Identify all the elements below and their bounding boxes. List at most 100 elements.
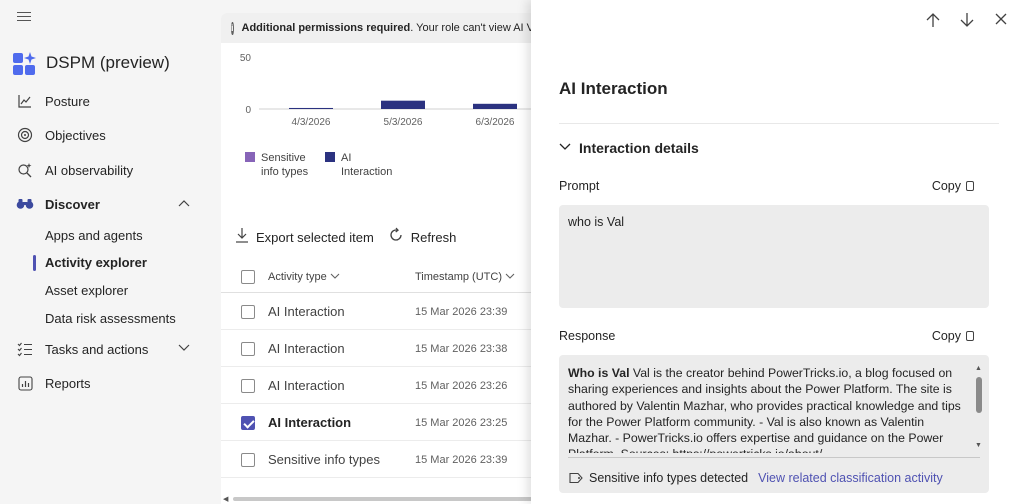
column-label: Activity type — [268, 270, 327, 283]
nav-item-ai-observability[interactable]: AI observability — [0, 155, 206, 185]
task-list-icon — [16, 340, 34, 358]
refresh-button[interactable]: Refresh — [388, 227, 456, 247]
copy-icon — [966, 331, 974, 341]
response-text[interactable]: Who is Val Val is the creator behind Pow… — [568, 365, 968, 453]
dspm-logo-icon — [12, 50, 38, 76]
response-label: Response — [559, 329, 616, 343]
permissions-banner: i Additional permissions required. Your … — [221, 13, 541, 43]
binoculars-icon — [16, 195, 34, 213]
table-row[interactable]: AI Interaction 15 Mar 2026 23:38 — [221, 331, 541, 367]
x-tick-label: 4/3/2026 — [292, 117, 331, 128]
column-header-activity-type[interactable]: Activity type — [268, 271, 340, 283]
nav-sub-activity-explorer[interactable]: Activity explorer — [45, 255, 147, 270]
scroll-left-arrow-icon[interactable]: ◀ — [223, 495, 228, 503]
tag-icon — [569, 472, 583, 484]
hamburger-menu-icon[interactable] — [17, 12, 31, 22]
view-classification-link[interactable]: View related classification activity — [758, 471, 943, 485]
response-footer: Sensitive info types detected View relat… — [569, 471, 943, 485]
nav-label: Objectives — [45, 127, 106, 143]
response-scrollbar[interactable]: ▲ ▼ — [975, 365, 983, 449]
scroll-up-arrow-icon[interactable]: ▲ — [975, 365, 982, 372]
panel-title: AI Interaction — [559, 79, 668, 98]
activity-type-cell: AI Interaction — [268, 341, 345, 356]
sensitive-info-detected-label: Sensitive info types detected — [589, 471, 749, 485]
copy-icon — [966, 181, 974, 191]
y-tick-label: 50 — [240, 53, 252, 64]
active-indicator — [33, 255, 36, 271]
app-title: DSPM (preview) — [46, 53, 170, 72]
response-box: Who is Val Val is the creator behind Pow… — [559, 355, 989, 493]
copy-response-button[interactable]: Copy — [932, 329, 974, 343]
bar-ai-interaction[interactable] — [289, 107, 333, 109]
panel-controls — [912, 12, 1014, 32]
nav-item-objectives[interactable]: Objectives — [0, 120, 206, 150]
prompt-text: who is Val — [568, 215, 625, 229]
row-checkbox[interactable] — [241, 341, 255, 356]
section-title: Interaction details — [579, 140, 699, 156]
chevron-down-icon — [559, 142, 571, 154]
activity-type-cell: AI Interaction — [268, 304, 345, 319]
table-row[interactable]: AI Interaction 15 Mar 2026 23:26 — [221, 368, 541, 404]
brand: DSPM (preview) — [12, 50, 170, 76]
column-header-timestamp[interactable]: Timestamp (UTC) — [415, 271, 515, 283]
timestamp-cell: 15 Mar 2026 23:26 — [415, 379, 508, 392]
x-tick-label: 5/3/2026 — [384, 117, 423, 128]
activity-chart: 0 50 4/3/2026 5/3/2026 6/3/2026 — [221, 43, 541, 133]
banner-text: . Your role can't view AI Visi — [410, 22, 541, 34]
row-checkbox[interactable] — [241, 304, 255, 319]
nav-sub-apps-and-agents[interactable]: Apps and agents — [45, 228, 143, 243]
export-selected-button[interactable]: Export selected item — [235, 227, 374, 247]
close-icon[interactable] — [988, 12, 1014, 32]
bar-ai-interaction[interactable] — [381, 100, 425, 109]
prompt-value: who is Val — [559, 205, 989, 308]
trend-chart-icon — [16, 92, 34, 110]
row-checkbox[interactable] — [241, 378, 255, 393]
copy-prompt-button[interactable]: Copy — [932, 179, 974, 193]
nav-item-discover[interactable]: Discover — [0, 189, 206, 219]
nav-item-tasks-and-actions[interactable]: Tasks and actions — [0, 334, 206, 364]
table-row[interactable]: Sensitive info types 15 Mar 2026 23:39 — [221, 442, 541, 478]
legend-label: AI Interaction — [341, 152, 393, 178]
nav-item-posture[interactable]: Posture — [0, 86, 206, 116]
arrow-down-icon[interactable] — [954, 12, 980, 32]
legend-swatch — [325, 152, 335, 162]
chevron-down-icon — [178, 344, 190, 355]
export-label: Export selected item — [256, 229, 374, 245]
activity-type-cell: AI Interaction — [268, 415, 352, 430]
x-tick-label: 6/3/2026 — [476, 117, 515, 128]
info-icon: i — [231, 21, 234, 35]
response-heading: Who is Val — [568, 366, 630, 380]
table-row-selected[interactable]: AI Interaction 15 Mar 2026 23:25 — [221, 405, 541, 441]
row-checkbox-checked[interactable] — [241, 415, 255, 430]
chart-legend: Sensitive info types AI Interaction — [245, 151, 405, 179]
report-icon — [16, 374, 34, 392]
legend-item-sensitive[interactable]: Sensitive info types — [245, 151, 309, 179]
nav-label: Tasks and actions — [45, 341, 149, 357]
nav-sub-asset-explorer[interactable]: Asset explorer — [45, 283, 128, 298]
legend-item-ai-interaction[interactable]: AI Interaction — [325, 151, 393, 179]
download-icon — [235, 227, 249, 247]
chevron-up-icon — [178, 199, 190, 210]
nav-item-reports[interactable]: Reports — [0, 368, 206, 398]
horizontal-scrollbar[interactable] — [233, 497, 541, 501]
timestamp-cell: 15 Mar 2026 23:38 — [415, 342, 508, 355]
bar-ai-interaction[interactable] — [473, 103, 517, 109]
table-header: Activity type Timestamp (UTC) — [221, 261, 541, 293]
timestamp-cell: 15 Mar 2026 23:39 — [415, 305, 508, 318]
select-all-checkbox[interactable] — [241, 269, 255, 284]
y-tick-label: 0 — [245, 105, 251, 116]
activity-type-cell: AI Interaction — [268, 378, 345, 393]
nav-sub-data-risk-assessments[interactable]: Data risk assessments — [45, 311, 176, 326]
timestamp-cell: 15 Mar 2026 23:39 — [415, 453, 508, 466]
scroll-thumb[interactable] — [976, 377, 982, 413]
row-checkbox[interactable] — [241, 452, 255, 467]
timestamp-cell: 15 Mar 2026 23:25 — [415, 416, 508, 429]
interaction-details-toggle[interactable]: Interaction details — [559, 140, 699, 156]
prompt-label: Prompt — [559, 179, 600, 193]
nav-label: AI observability — [45, 162, 134, 178]
scroll-down-arrow-icon[interactable]: ▼ — [975, 442, 982, 449]
copy-label: Copy — [931, 329, 961, 343]
table-row[interactable]: AI Interaction 15 Mar 2026 23:39 — [221, 294, 541, 330]
arrow-up-icon[interactable] — [920, 12, 946, 32]
ai-interaction-detail-panel: AI Interaction Interaction details Promp… — [531, 0, 1024, 504]
